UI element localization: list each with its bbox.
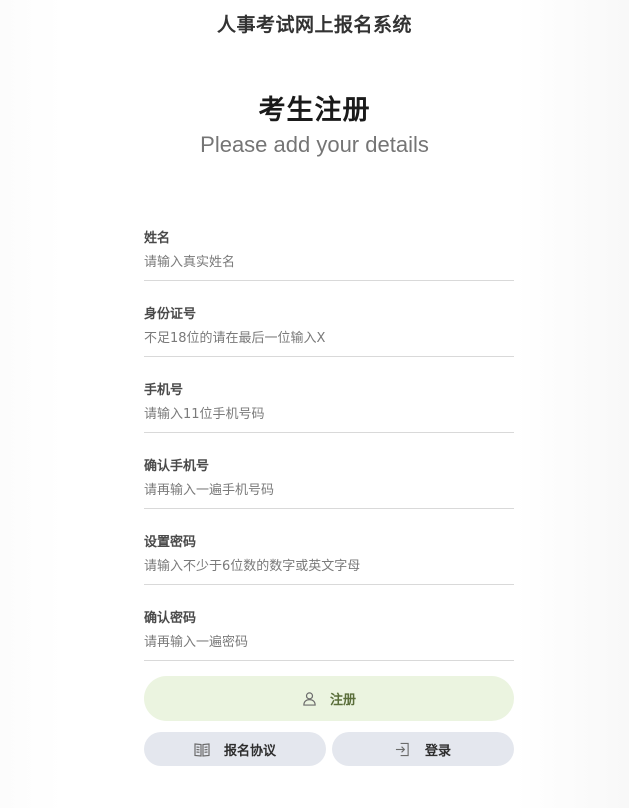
app-title: 人事考试网上报名系统: [216, 14, 412, 36]
login-button[interactable]: 登录: [332, 732, 514, 766]
phone-label: 手机号: [144, 383, 184, 398]
user-icon: [302, 691, 318, 707]
id-number-label: 身份证号: [144, 307, 197, 322]
login-button-label: 登录: [424, 743, 451, 759]
confirm-phone-field-group: 确认手机号: [144, 455, 514, 531]
register-button[interactable]: 注册: [144, 676, 514, 721]
id-number-field-group: 身份证号: [144, 303, 514, 379]
registration-page: 人事考试网上报名系统 考生注册 Please add your details …: [0, 0, 629, 808]
confirm-password-input[interactable]: [144, 631, 514, 661]
name-label: 姓名: [144, 231, 171, 246]
form-subheading: Please add your details: [200, 132, 429, 157]
agreement-button-label: 报名协议: [223, 743, 276, 759]
form-heading: 考生注册: [258, 95, 371, 126]
confirm-phone-input[interactable]: [144, 479, 514, 509]
phone-input[interactable]: [144, 403, 514, 433]
password-input[interactable]: [144, 555, 514, 585]
registration-form: 姓名 身份证号 手机号 确认手机号 设置密码 确认密码: [144, 227, 514, 683]
password-label: 设置密码: [144, 535, 197, 550]
id-number-input[interactable]: [144, 327, 514, 357]
phone-field-group: 手机号: [144, 379, 514, 455]
name-input[interactable]: [144, 251, 514, 281]
register-button-label: 注册: [329, 693, 356, 708]
login-icon: [395, 741, 411, 757]
name-field-group: 姓名: [144, 227, 514, 303]
password-field-group: 设置密码: [144, 531, 514, 607]
confirm-password-label: 确认密码: [144, 611, 197, 626]
book-icon: [194, 741, 210, 757]
confirm-password-field-group: 确认密码: [144, 607, 514, 683]
confirm-phone-label: 确认手机号: [144, 459, 210, 474]
agreement-button[interactable]: 报名协议: [144, 732, 326, 766]
